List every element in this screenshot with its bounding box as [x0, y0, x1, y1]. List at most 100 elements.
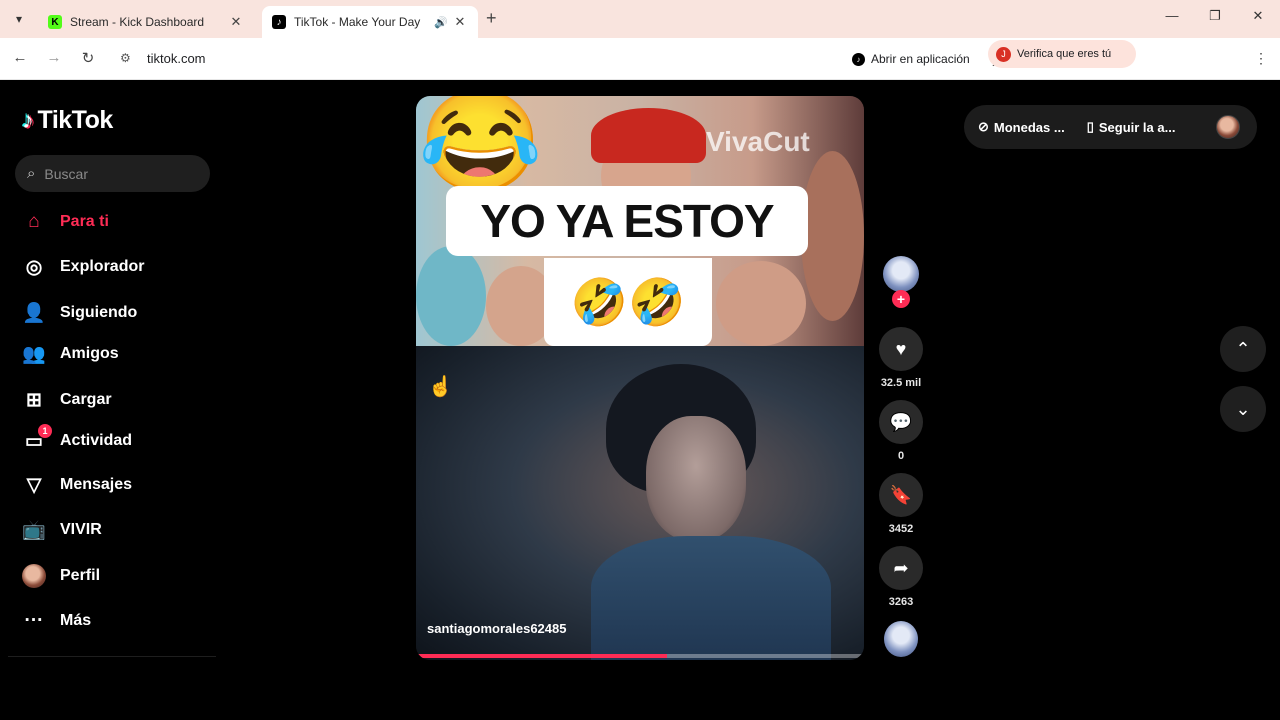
tiktok-page: ♪ TikTok ⌕ ⌂ Para ti ◎ Explorador 👤 Sigu…	[0, 81, 1280, 720]
sidebar-item-mensajes[interactable]: ▽ Mensajes	[22, 470, 132, 500]
comment-count: 0	[897, 450, 905, 462]
sidebar-item-explorador[interactable]: ◎ Explorador	[22, 252, 145, 282]
bookmark-icon: 🔖	[889, 484, 913, 505]
sidebar-item-amigos[interactable]: 👥 Amigos	[22, 339, 119, 369]
close-tab-icon[interactable]: ✕	[228, 14, 244, 30]
sidebar-item-label: Explorador	[60, 258, 145, 275]
tiktok-favicon-icon: ♪	[272, 15, 286, 29]
share-count: 3263	[888, 596, 914, 608]
user-avatar[interactable]	[1216, 115, 1240, 139]
speaker-icon[interactable]: 🔊	[434, 16, 452, 29]
caption-overlay: YO YA ESTOY	[446, 186, 808, 256]
tab-tiktok[interactable]: ♪ TikTok - Make Your Day 🔊 ✕	[262, 6, 478, 38]
video-meme-panel: 😂 VivaCut YO YA ESTOY 🤣🤣	[416, 96, 864, 346]
sidebar-item-label: Mensajes	[60, 476, 133, 493]
minimize-icon[interactable]: —	[1152, 8, 1192, 23]
comment-button[interactable]: 💬	[879, 400, 923, 444]
watermark: VivaCut	[706, 126, 810, 157]
tab-search-chevron-icon[interactable]: ▾	[8, 8, 30, 30]
sidebar-item-cargar[interactable]: ⊞ Cargar	[22, 385, 112, 415]
sidebar-divider	[8, 656, 216, 657]
forward-icon[interactable]: →	[44, 49, 64, 66]
reload-icon[interactable]: ↻	[78, 49, 98, 67]
logo-text: TikTok	[37, 106, 114, 134]
save-count: 3452	[888, 523, 914, 535]
rofl-emoji-icon: 🤣🤣	[544, 258, 712, 346]
sidebar-item-label: Siguiendo	[60, 304, 138, 321]
close-window-icon[interactable]: ✕	[1238, 8, 1278, 24]
like-count: 32.5 mil	[880, 377, 922, 389]
sidebar-item-actividad[interactable]: ▭ 1 Actividad	[22, 424, 132, 456]
back-icon[interactable]: ←	[10, 49, 30, 66]
site-info-icon[interactable]: ⚙	[120, 51, 131, 65]
sidebar-item-label: Para ti	[60, 213, 109, 230]
verify-label: Verifica que eres tú	[1017, 48, 1112, 60]
tiktok-logo[interactable]: ♪ TikTok	[22, 106, 113, 135]
chevron-down-icon: ⌄	[1235, 398, 1251, 419]
send-icon: ▽	[26, 474, 42, 496]
follow-app-label: Seguir la a...	[1098, 119, 1176, 135]
chevron-up-icon: ⌃	[1235, 338, 1251, 359]
tiktok-note-icon: ♪	[22, 106, 34, 134]
search-input[interactable]	[44, 165, 185, 182]
user-follow-icon: 👤	[22, 303, 46, 324]
tab-title: TikTok - Make Your Day	[294, 15, 421, 29]
share-arrow-icon: ➦	[893, 557, 909, 578]
top-right-actions: ⊘ Monedas ... ▯ Seguir la a...	[964, 105, 1257, 149]
activity-icon: ▭ 1	[22, 424, 52, 453]
tab-title: Stream - Kick Dashboard	[70, 15, 205, 29]
video-player[interactable]: 😂 VivaCut YO YA ESTOY 🤣🤣 santiagomorales…	[416, 96, 864, 660]
open-in-app-button[interactable]: ♪ Abrir en aplicación	[844, 46, 978, 72]
save-button[interactable]: 🔖	[879, 473, 923, 517]
follow-plus-icon[interactable]: +	[892, 290, 910, 308]
like-button[interactable]: ♥	[879, 327, 923, 371]
profile-avatar	[22, 564, 46, 588]
sidebar-item-label: Amigos	[60, 345, 119, 362]
kick-favicon-icon: K	[48, 15, 62, 29]
upload-icon: ⊞	[26, 389, 42, 411]
phone-icon: ▯	[1086, 119, 1094, 134]
coins-label: Monedas ...	[993, 119, 1065, 135]
sidebar-item-label: Cargar	[60, 391, 112, 408]
comment-icon: 💬	[889, 411, 913, 432]
follow-app-button[interactable]: ▯ Seguir la a...	[1087, 119, 1176, 135]
url-text[interactable]: tiktok.com	[147, 51, 206, 66]
sidebar-item-vivir[interactable]: 📺 VIVIR	[22, 515, 102, 545]
home-icon: ⌂	[28, 211, 40, 232]
music-disc-avatar[interactable]	[884, 621, 918, 657]
sidebar-item-siguiendo[interactable]: 👤 Siguiendo	[22, 298, 137, 328]
search-box[interactable]: ⌕	[15, 155, 210, 192]
search-icon: ⌕	[27, 165, 36, 182]
browser-toolbar: ← → ↻ ⚙ tiktok.com ♪ Abrir en aplicación…	[0, 38, 1280, 80]
close-tab-icon[interactable]: ✕	[452, 14, 468, 30]
notification-badge: 1	[38, 424, 52, 438]
video-progress-fill	[416, 654, 667, 658]
laughing-crying-emoji-icon: 😂	[418, 96, 543, 198]
friends-icon: 👥	[22, 344, 46, 365]
tab-kick-dashboard[interactable]: K Stream - Kick Dashboard ✕	[38, 6, 254, 38]
sidebar-item-mas[interactable]: ··· Más	[22, 606, 92, 636]
tiktok-logo-icon: ♪	[852, 52, 865, 66]
restore-icon[interactable]: ❐	[1195, 8, 1235, 24]
sidebar-item-perfil[interactable]: Perfil	[22, 561, 100, 591]
video-progress-bar[interactable]	[416, 654, 864, 658]
sidebar-item-para-ti[interactable]: ⌂ Para ti	[22, 207, 109, 237]
verify-identity-button[interactable]: J Verifica que eres tú	[988, 40, 1136, 68]
browser-tab-bar: ▾ K Stream - Kick Dashboard ✕ ♪ TikTok -…	[0, 0, 1280, 38]
profile-alert-icon: J	[996, 46, 1011, 62]
sidebar-item-label: Perfil	[60, 567, 101, 584]
video-author[interactable]: santiagomorales62485	[427, 621, 566, 636]
sidebar-item-label: VIVIR	[60, 521, 102, 538]
more-icon: ···	[24, 610, 44, 631]
next-video-button[interactable]: ⌄	[1220, 386, 1266, 432]
share-button[interactable]: ➦	[879, 546, 923, 590]
new-tab-icon[interactable]: +	[486, 8, 497, 29]
hand-cursor-icon: ☝	[428, 376, 453, 398]
live-tv-icon: 📺	[22, 520, 46, 541]
open-in-app-label: Abrir en aplicación	[871, 52, 970, 66]
browser-menu-icon[interactable]: ⋮	[1254, 50, 1268, 67]
creator-avatar[interactable]	[883, 256, 919, 292]
previous-video-button[interactable]: ⌃	[1220, 326, 1266, 372]
coins-button[interactable]: ⊘ Monedas ...	[978, 119, 1065, 135]
video-scene-panel	[416, 346, 864, 660]
